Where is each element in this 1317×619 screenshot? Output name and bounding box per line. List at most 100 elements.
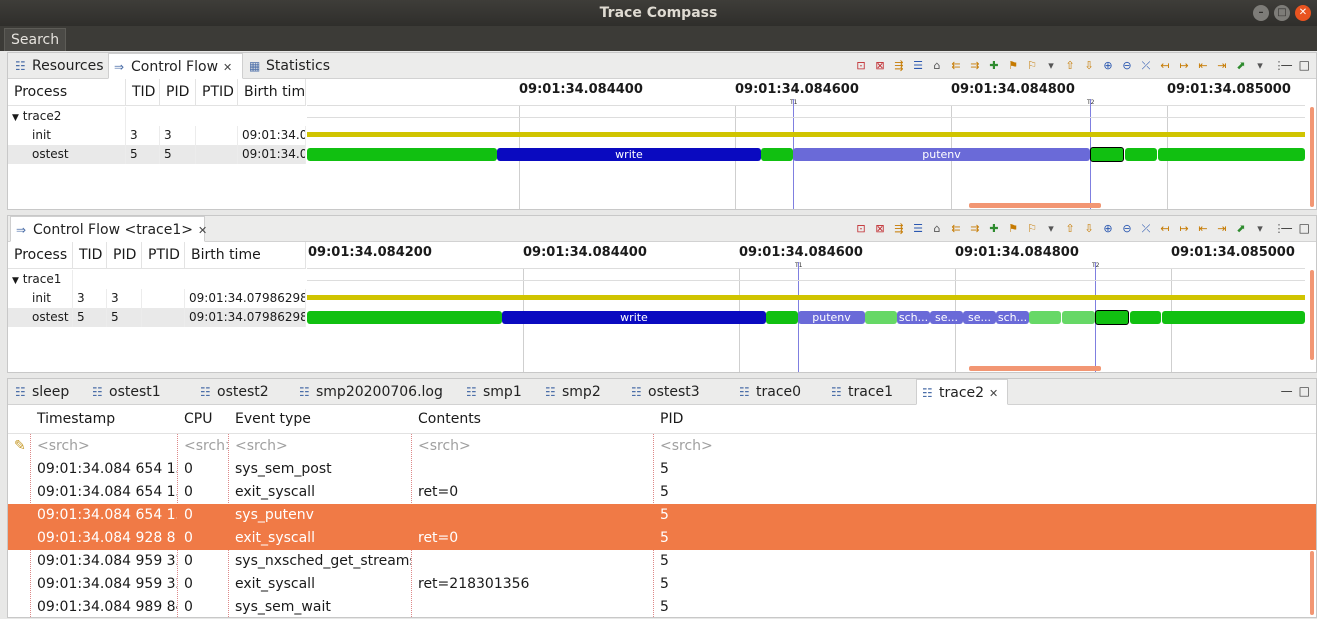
show-legend-icon[interactable]: ⊡	[853, 58, 869, 74]
zoom-in-icon[interactable]: ⊕	[1100, 221, 1116, 237]
sync-left-icon[interactable]: ⇤	[1195, 221, 1211, 237]
tree-row-trace2[interactable]: ▼ trace2	[8, 107, 306, 126]
follow-arrow-back-icon[interactable]: ↤	[1157, 221, 1173, 237]
home-icon[interactable]: ⌂	[929, 221, 945, 237]
ostest-running-state[interactable]	[1162, 311, 1305, 324]
tab-trace1[interactable]: ☷ trace1	[826, 379, 906, 405]
optimize-icon[interactable]: ☰	[910, 221, 926, 237]
time-graph-hscroll-thumb[interactable]	[969, 203, 1101, 208]
col-tid[interactable]: TID	[126, 79, 160, 106]
ostest-syscall-state[interactable]: sch...	[897, 311, 930, 324]
previous-marker-icon[interactable]: ⚑	[1005, 221, 1021, 237]
tab-smp20200706-log[interactable]: ☷ smp20200706.log	[294, 379, 444, 405]
time-ruler[interactable]: 09:01:34.084400 09:01:34.084600 09:01:34…	[307, 79, 1305, 106]
col-tid[interactable]: TID	[73, 242, 107, 269]
ostest-running-state[interactable]	[766, 311, 798, 324]
events-vscroll[interactable]	[1310, 551, 1314, 615]
sync-left-icon[interactable]: ⇤	[1195, 58, 1211, 74]
tree-row-trace1[interactable]: ▼ trace1	[8, 270, 306, 289]
table-row[interactable]: 09:01:34.084 959 328 0 sys_nxsched_get_str…	[8, 550, 1316, 573]
time-graph[interactable]: 09:01:34.084200 09:01:34.084400 09:01:34…	[307, 242, 1305, 372]
ostest-running-state[interactable]	[1062, 311, 1095, 324]
previous-event-icon[interactable]: ⇇	[948, 58, 964, 74]
hide-arrows-icon[interactable]: ⤫	[1138, 58, 1154, 74]
ostest-write-state[interactable]: write	[497, 148, 761, 161]
show-legend-icon[interactable]: ⊡	[853, 221, 869, 237]
time-ruler[interactable]: 09:01:34.084200 09:01:34.084400 09:01:34…	[307, 242, 1305, 269]
time-graph-vscroll[interactable]	[1310, 107, 1314, 207]
ostest-running-state[interactable]	[865, 311, 897, 324]
init-wait-state[interactable]	[307, 132, 1305, 137]
next-item-icon[interactable]: ⇩	[1081, 221, 1097, 237]
maximize-view-icon[interactable]: □	[1299, 58, 1310, 72]
tab-resources[interactable]: ☷ Resources	[10, 53, 107, 79]
filter-icon[interactable]: ⊠	[872, 221, 888, 237]
pid-filter-input[interactable]: <srch>	[654, 435, 854, 458]
col-process[interactable]: Process	[8, 242, 73, 269]
sync-right-icon[interactable]: ⇥	[1214, 58, 1230, 74]
minimize-window-icon[interactable]: –	[1253, 5, 1269, 21]
ostest-putenv-state[interactable]: putenv	[793, 148, 1090, 161]
table-row[interactable]: 09:01:34.084 989 845 0 sys_sem_wait 5	[8, 596, 1316, 617]
pin-view-icon[interactable]: ⬈	[1233, 58, 1249, 74]
cpu-filter-input[interactable]: <srch>	[178, 435, 228, 458]
tab-statistics[interactable]: ▦ Statistics	[244, 53, 344, 79]
view-menu-icon[interactable]: ▾	[1252, 58, 1268, 74]
previous-item-icon[interactable]: ⇧	[1062, 221, 1078, 237]
col-ptid[interactable]: PTID	[196, 79, 238, 106]
ostest-putenv-state[interactable]: putenv	[798, 311, 865, 324]
tab-ostest3[interactable]: ☷ ostest3	[626, 379, 716, 405]
ostest-running-state[interactable]	[761, 148, 793, 161]
ostest-running-state[interactable]	[1125, 148, 1157, 161]
zoom-out-icon[interactable]: ⊖	[1119, 58, 1135, 74]
tab-control-flow-trace1[interactable]: ⇒ Control Flow <trace1> ✕	[10, 216, 207, 242]
tree-row-init[interactable]: init 3 3 09:01:34.07	[8, 126, 306, 145]
home-icon[interactable]: ⌂	[929, 58, 945, 74]
follow-arrow-back-icon[interactable]: ↤	[1157, 58, 1173, 74]
optimize-icon[interactable]: ☰	[910, 58, 926, 74]
col-cpu[interactable]: CPU	[178, 405, 212, 434]
zoom-out-icon[interactable]: ⊖	[1119, 221, 1135, 237]
follow-arrow-fwd-icon[interactable]: ↦	[1176, 58, 1192, 74]
minimize-view-icon[interactable]: —	[1281, 221, 1293, 235]
close-tab-icon[interactable]: ✕	[223, 61, 232, 74]
tab-smp1[interactable]: ☷ smp1	[461, 379, 531, 405]
marker-menu-icon[interactable]: ▾	[1043, 58, 1059, 74]
next-event-icon[interactable]: ⇉	[967, 221, 983, 237]
next-item-icon[interactable]: ⇩	[1081, 58, 1097, 74]
tab-trace0[interactable]: ☷ trace0	[734, 379, 814, 405]
close-tab-icon[interactable]: ✕	[989, 387, 998, 400]
maximize-window-icon[interactable]: □	[1274, 5, 1290, 21]
tree-row-ostest[interactable]: ostest 5 5 09:01:34.079862989	[8, 308, 306, 327]
col-pid[interactable]: PID	[160, 79, 196, 106]
close-window-icon[interactable]: ✕	[1295, 5, 1311, 21]
pin-view-icon[interactable]: ⬈	[1233, 221, 1249, 237]
tree-row-init[interactable]: init 3 3 09:01:34.079862989	[8, 289, 306, 308]
next-marker-icon[interactable]: ⚐	[1024, 221, 1040, 237]
next-event-icon[interactable]: ⇉	[967, 58, 983, 74]
ostest-syscall-state[interactable]: se...	[930, 311, 963, 324]
maximize-view-icon[interactable]: □	[1299, 384, 1310, 398]
close-tab-icon[interactable]: ✕	[198, 224, 207, 237]
ostest-selected-state[interactable]	[1090, 147, 1124, 162]
filter-icon[interactable]: ⊠	[872, 58, 888, 74]
time-graph[interactable]: 09:01:34.084400 09:01:34.084600 09:01:34…	[307, 79, 1305, 209]
tab-sleep[interactable]: ☷ sleep	[10, 379, 80, 405]
expand-arrow-icon[interactable]: ▼	[12, 113, 19, 123]
time-graph-vscroll[interactable]	[1310, 270, 1314, 360]
table-row[interactable]: 09:01:34.084 654 158 0 sys_sem_post 5	[8, 458, 1316, 481]
ostest-syscall-state[interactable]: se...	[963, 311, 996, 324]
search-filter-icon[interactable]: ✎	[8, 435, 30, 458]
previous-event-icon[interactable]: ⇇	[948, 221, 964, 237]
col-process[interactable]: Process	[8, 79, 126, 106]
ostest-running-state[interactable]	[307, 148, 497, 161]
add-bookmark-icon[interactable]: ✚	[986, 221, 1002, 237]
tab-trace2[interactable]: ☷ trace2 ✕	[916, 379, 1008, 405]
ostest-syscall-state[interactable]: sch...	[996, 311, 1029, 324]
previous-marker-icon[interactable]: ⚑	[1005, 58, 1021, 74]
minimize-view-icon[interactable]: —	[1281, 58, 1293, 72]
zoom-in-icon[interactable]: ⊕	[1100, 58, 1116, 74]
contents-filter-input[interactable]: <srch>	[412, 435, 653, 458]
col-ptid[interactable]: PTID	[142, 242, 185, 269]
view-menu-icon[interactable]: ▾	[1252, 221, 1268, 237]
